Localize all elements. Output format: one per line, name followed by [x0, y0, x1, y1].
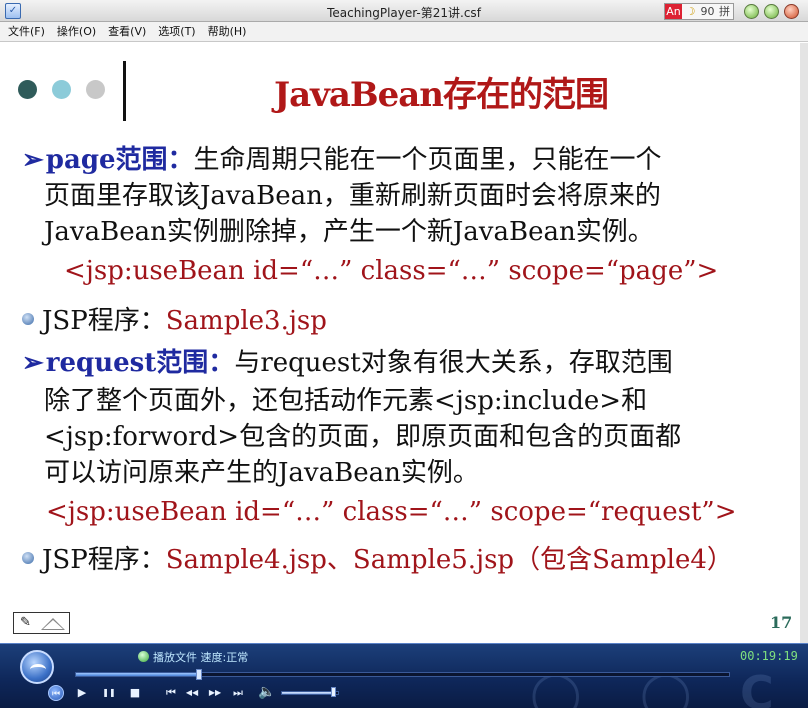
skip-back-button[interactable]: ⏮ [163, 685, 179, 701]
decor-dot-light [52, 80, 71, 99]
page-scope-keyword: page范围： [45, 145, 194, 175]
close-button[interactable] [784, 4, 799, 19]
volume-fill [282, 692, 334, 694]
ime-punct-icon[interactable]: 90 [699, 4, 716, 19]
menu-bar: 文件(F) 操作(O) 查看(V) 选项(T) 帮助(H) [0, 22, 808, 42]
round-bullet-icon [22, 552, 34, 564]
request-jsp-file: Sample4.jsp、Sample5.jsp（包含Sample4） [165, 545, 733, 575]
player-bar: ◯ ◯ C 播放文件 速度:正常 00:19:19 ⏮ ▶ ❚❚ ■ ⏮ ◀◀ ▶▶… [0, 643, 808, 708]
request-scope-text-4: 可以访问原来产生的JavaBean实例。 [44, 458, 479, 488]
progress-fill [76, 673, 201, 676]
request-scope-text-1: 与request对象有很大关系，存取范围 [234, 348, 673, 378]
prev-lecture-button[interactable]: ⏮ [48, 685, 64, 701]
menu-options[interactable]: 选项(T) [158, 22, 195, 41]
request-scope-text-3: <jsp:forword>包含的页面，即原页面和包含的页面都 [44, 422, 682, 452]
play-button[interactable]: ▶ [74, 685, 90, 701]
round-bullet-icon [22, 313, 34, 325]
maximize-button[interactable] [764, 4, 779, 19]
menu-file[interactable]: 文件(F) [8, 22, 45, 41]
request-jsp-label: JSP程序： [42, 545, 166, 575]
eraser-icon [41, 618, 65, 630]
ime-moon-icon[interactable]: ☽ [682, 4, 699, 19]
menu-help[interactable]: 帮助(H) [208, 22, 247, 41]
page-scope-jsp: JSP程序：Sample3.jsp [22, 300, 327, 337]
page-scope-text-1: 生命周期只能在一个页面里，只能在一个 [193, 145, 662, 175]
page-scope-line-1: ➢page范围：生命周期只能在一个页面里，只能在一个 [22, 139, 662, 176]
arrow-bullet-icon: ➢ [22, 348, 44, 378]
request-scope-line-1: ➢request范围：与request对象有很大关系，存取范围 [22, 342, 673, 379]
ime-mode-icon[interactable]: An [665, 4, 682, 19]
slide-canvas: JavaBean存在的范围 ➢page范围：生命周期只能在一个页面里，只能在一个… [4, 43, 804, 643]
page-jsp-label: JSP程序： [42, 306, 166, 336]
menu-view[interactable]: 查看(V) [108, 22, 146, 41]
ime-toolbar[interactable]: An ☽ 90 拼 [664, 3, 734, 20]
playback-status: 播放文件 速度:正常 [153, 651, 249, 664]
page-jsp-file: Sample3.jsp [165, 306, 327, 336]
player-logo-icon[interactable] [20, 650, 54, 684]
slide-title: JavaBean存在的范围 [274, 75, 609, 115]
title-bar: ✓ TeachingPlayer-第21讲.csf An ☽ 90 拼 [0, 0, 808, 22]
arrow-bullet-icon: ➢ [22, 145, 44, 175]
rewind-button[interactable]: ◀◀ [184, 685, 200, 701]
right-edge-panel [800, 43, 808, 643]
pause-button[interactable]: ❚❚ [101, 685, 117, 701]
skip-forward-button[interactable]: ⏭ [230, 685, 246, 701]
menu-operate[interactable]: 操作(O) [57, 22, 96, 41]
decor-dot-gray [86, 80, 105, 99]
status-icon [138, 651, 149, 662]
player-decoration: ◯ ◯ C [530, 674, 774, 708]
minimize-button[interactable] [744, 4, 759, 19]
drawing-tools-button[interactable]: ✎ [13, 612, 70, 634]
volume-handle[interactable] [331, 687, 337, 697]
decor-dot-dark [18, 80, 37, 99]
request-scope-keyword: request范围： [45, 348, 235, 378]
ime-pinyin-icon[interactable]: 拼 [716, 4, 733, 19]
progress-bar[interactable] [75, 672, 730, 677]
page-scope-code: <jsp:useBean id=“…” class=“…” scope=“pag… [64, 256, 719, 286]
volume-icon[interactable]: 🔈 [258, 684, 275, 700]
progress-handle[interactable] [196, 669, 203, 680]
volume-slider[interactable] [281, 691, 339, 695]
playback-time: 00:19:19 [740, 649, 798, 663]
request-scope-jsp: JSP程序：Sample4.jsp、Sample5.jsp（包含Sample4） [22, 539, 733, 576]
page-number: 17 [770, 613, 793, 632]
stop-button[interactable]: ■ [127, 685, 143, 701]
pen-icon: ✎ [20, 615, 31, 630]
page-scope-text-3: JavaBean实例删除掉，产生一个新JavaBean实例。 [44, 217, 654, 247]
page-scope-text-2: 页面里存取该JavaBean，重新刷新页面时会将原来的 [44, 181, 661, 211]
title-divider [123, 61, 126, 121]
fast-forward-button[interactable]: ▶▶ [207, 685, 223, 701]
request-scope-text-2: 除了整个页面外，还包括动作元素<jsp:include>和 [44, 386, 648, 416]
request-scope-code: <jsp:useBean id=“…” class=“…” scope=“req… [46, 497, 737, 527]
